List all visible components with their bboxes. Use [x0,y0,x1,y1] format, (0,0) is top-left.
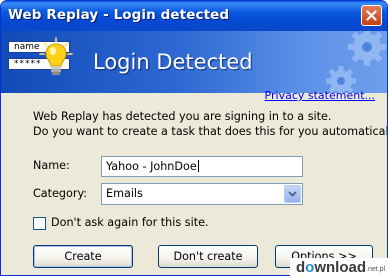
download-watermark-logo: download.net.pl [290,258,390,278]
close-button[interactable] [361,5,382,26]
create-button[interactable]: Create [33,245,133,268]
watermark-tld: .net.pl [366,266,386,273]
header-banner: name ***** Login Detected [1,31,387,93]
lightbulb-icon [39,37,73,75]
privacy-statement-link[interactable]: Privacy statement... [265,89,375,102]
category-label: Category: [33,187,88,200]
detection-message-line1: Web Replay has detected you are signing … [33,110,332,123]
dropdown-arrow-icon [288,191,297,197]
name-label: Name: [33,159,70,172]
detection-message-line2: Do you want to create a task that does t… [33,125,388,138]
dont-ask-checkbox[interactable] [33,217,46,230]
dialog-window: Web Replay - Login detected name ***** L… [0,0,388,276]
close-icon [366,10,377,21]
category-value: Emails [106,187,143,200]
watermark-prefix: d [296,259,306,276]
dont-ask-label[interactable]: Don't ask again for this site. [51,216,209,229]
task-name-input[interactable]: Yahoo - JohnDoe [101,156,303,177]
text-caret [197,160,199,172]
dont-create-button[interactable]: Don't create [158,245,258,268]
category-select[interactable]: Emails [101,183,303,205]
watermark-o: o [305,259,315,276]
category-dropdown-button[interactable] [284,185,301,203]
window-title: Web Replay - Login detected [8,7,230,23]
banner-password-text: ***** [14,59,42,69]
banner-title: Login Detected [93,50,253,74]
task-name-value: Yahoo - JohnDoe [106,160,197,173]
title-bar[interactable]: Web Replay - Login detected [1,1,387,31]
gears-icon [326,31,386,93]
banner-name-text: name [14,42,40,52]
watermark-suffix: wnload [314,259,367,276]
